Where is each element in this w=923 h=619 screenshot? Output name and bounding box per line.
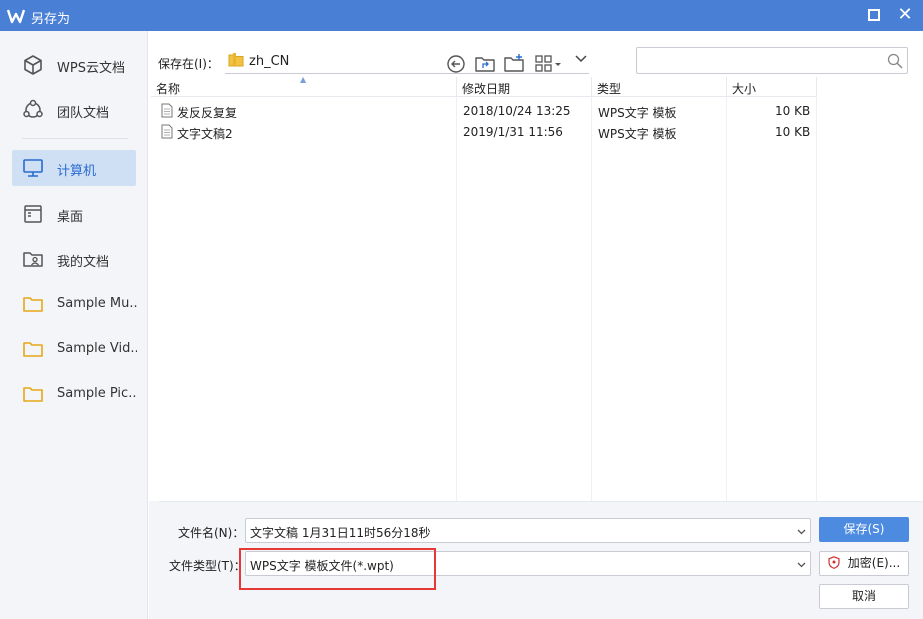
close-button[interactable]: ✕ [893,4,917,28]
search-input[interactable] [636,47,908,74]
column-header-name[interactable]: 名称 ▲ [151,75,457,97]
desktop-icon [24,205,42,223]
save-button[interactable]: 保存(S) [819,517,909,542]
filename-label: 文件名(N)： [178,526,245,540]
chevron-down-icon [797,529,806,535]
sidebar-item-label: 计算机 [57,164,97,179]
sidebar-item-sample-music[interactable]: Sample Mu... [12,286,137,322]
file-type: WPS文字 模板 [598,106,677,120]
encrypt-button-label: 加密(E)... [847,556,901,570]
sidebar-item-sample-pictures[interactable]: Sample Pic... [12,376,137,412]
sort-ascending-icon: ▲ [300,75,307,84]
chevron-down-icon [797,562,806,568]
document-icon [161,103,173,118]
chevron-down-icon [575,55,587,63]
monitor-icon [23,159,43,177]
sidebar-item-team-docs[interactable]: 团队文档 [12,92,136,128]
cancel-button[interactable]: 取消 [819,584,909,609]
file-name: 发反反复复 [177,106,238,120]
user-folder-icon [23,252,43,267]
column-divider [726,97,727,501]
wps-logo-icon [6,9,26,24]
file-size: 10 KB [775,104,811,118]
highlight-annotation-box [239,548,436,590]
column-header-size[interactable]: 大小 [727,77,817,97]
filename-field[interactable]: 文字文稿 1月31日11时56分18秒 [245,518,811,543]
column-divider [456,97,457,501]
location-value: zh_CN [249,54,290,69]
sidebar-item-label: Sample Vid... [57,341,137,356]
sidebar-divider [22,138,128,139]
document-icon [161,124,173,139]
encrypt-button[interactable]: 加密(E)... [819,551,909,576]
sidebar-item-label: 桌面 [57,210,84,225]
sidebar-item-label: Sample Pic... [57,386,137,401]
shield-icon [828,556,840,569]
cube-icon [24,55,42,75]
file-row[interactable]: 文字文稿2 2019/1/31 11:56 WPS文字 模板 10 KB [151,121,923,142]
team-icon [23,99,43,118]
sidebar-item-computer[interactable]: 计算机 [12,150,136,186]
file-type: WPS文字 模板 [598,127,677,141]
folder-icon [23,387,43,402]
sidebar-item-label: WPS云文档 [57,61,125,76]
sidebar-item-label: 我的文档 [57,255,110,270]
file-list: 名称 ▲ 修改日期 类型 大小 发反反复复 2018/10/24 13:25 W… [151,75,923,501]
file-date: 2019/1/31 11:56 [463,125,563,139]
location-label: 保存在(I)： [158,57,219,71]
file-size: 10 KB [775,125,811,139]
filetype-label: 文件类型(T)： [169,559,246,573]
sidebar-item-label: 团队文档 [57,106,110,121]
back-icon[interactable] [445,53,467,75]
search-icon [887,53,903,69]
sidebar-item-my-documents[interactable]: 我的文档 [12,241,136,277]
save-form: 文件名(N)： 文字文稿 1月31日11时56分18秒 保存(S) 文件类型(T… [149,501,923,619]
file-date: 2018/10/24 13:25 [463,104,571,118]
sidebar: WPS云文档 团队文档 计算机 桌面 我的文档 Sample Mu... Sam… [0,31,148,619]
file-name: 文字文稿2 [177,127,233,141]
folder-icon [228,53,244,67]
column-divider [816,97,817,501]
form-divider [159,501,923,502]
location-toolbar: 保存在(I)： zh_CN [149,31,923,77]
column-header-date[interactable]: 修改日期 [457,77,592,97]
filename-value: 文字文稿 1月31日11时56分18秒 [250,526,431,540]
sidebar-item-sample-videos[interactable]: Sample Vid... [12,331,137,367]
file-row[interactable]: 发反反复复 2018/10/24 13:25 WPS文字 模板 10 KB [151,100,923,121]
sidebar-item-label: Sample Mu... [57,296,137,311]
sidebar-item-desktop[interactable]: 桌面 [12,196,136,232]
folder-icon [23,342,43,357]
new-folder-icon[interactable] [503,53,525,75]
up-folder-icon[interactable] [474,53,496,75]
column-divider [591,97,592,501]
view-options-icon[interactable] [533,53,563,75]
title-bar: 另存为 ✕ [0,0,923,31]
column-header-type[interactable]: 类型 [592,77,727,97]
sidebar-item-wps-cloud[interactable]: WPS云文档 [12,47,136,83]
folder-icon [23,297,43,312]
maximize-button[interactable] [868,9,880,21]
window-title: 另存为 [31,12,71,27]
